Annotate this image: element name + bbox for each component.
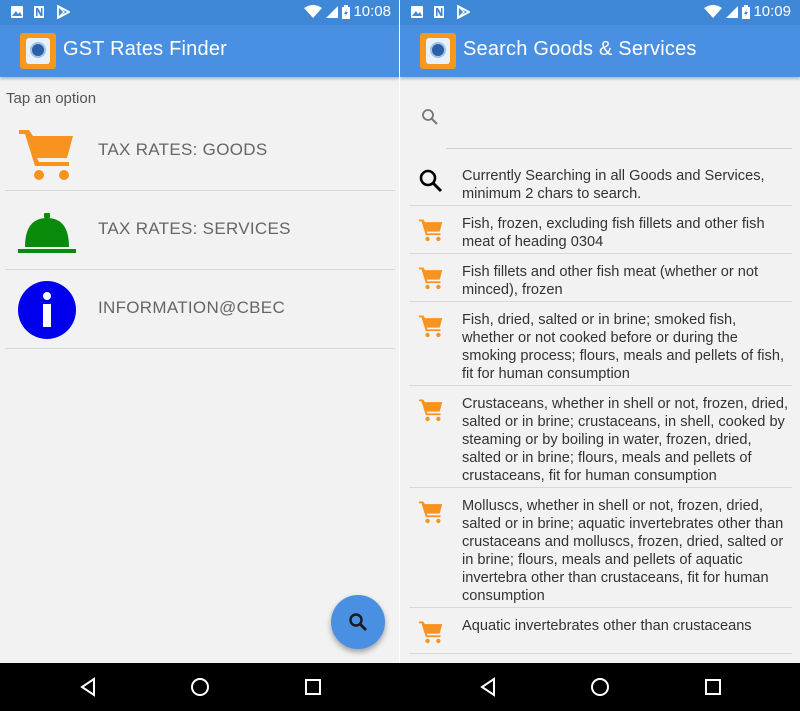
app-bar: GST Rates Finder [0,25,400,77]
wifi-icon [704,5,722,18]
signal-icon [726,6,738,18]
search-input[interactable] [446,103,786,133]
menu-item-goods[interactable]: TAX RATES: GOODS [5,112,395,191]
image-notification-icon [411,6,423,18]
list-item[interactable]: Molluscs, whether in shell or not, froze… [409,488,792,608]
info-icon [18,281,76,339]
menu-label-services: TAX RATES: SERVICES [98,219,291,238]
result-text: Fish, frozen, excluding fish fillets and… [462,216,765,250]
app-logo [20,33,56,69]
image-notification-icon [11,6,23,18]
list-item[interactable]: Crustaceans, whether in shell or not, fr… [409,386,792,488]
cart-icon [19,130,73,180]
wifi-icon [304,5,322,18]
screenshot-pair: 10:08 GST Rates Finder Tap an option TAX… [0,0,800,663]
cart-icon [418,399,443,422]
battery-icon [342,5,350,19]
play-store-icon [57,5,70,19]
home-icon[interactable] [590,677,610,697]
list-item[interactable]: Fish fillets and other fish meat (whethe… [409,254,792,302]
search-icon [419,169,443,193]
list-item[interactable]: Fish, dried, salted or in brine; smoked … [409,302,792,386]
search-screen: 10:09 Search Goods & Services Currently … [400,0,800,663]
status-bar: 10:08 [0,0,400,25]
cart-icon [418,267,443,290]
recents-icon[interactable] [703,677,723,697]
menu-label-information: INFORMATION@CBEC [98,298,286,317]
menu-item-information[interactable]: INFORMATION@CBEC [5,270,395,349]
subheading: Tap an option [6,90,97,107]
app-title: Search Goods & Services [463,38,697,60]
results-list: Currently Searching in all Goods and Ser… [409,158,792,654]
result-text: Molluscs, whether in shell or not, froze… [462,498,784,604]
navigation-bar [0,663,800,711]
app-bar: Search Goods & Services [400,25,800,77]
search-icon [349,613,367,631]
play-store-icon [457,5,470,19]
list-item[interactable]: Aquatic invertebrates other than crustac… [409,608,792,654]
search-bar [400,78,800,150]
app-title: GST Rates Finder [63,38,228,60]
search-icon [422,109,438,125]
result-text: Fish, dried, salted or in brine; smoked … [462,312,785,382]
recents-icon[interactable] [303,677,323,697]
result-text: Currently Searching in all Goods and Ser… [462,168,765,202]
menu-item-services[interactable]: TAX RATES: SERVICES [5,191,395,270]
cart-icon [418,501,443,524]
n-notification-icon [34,6,44,18]
status-bar: 10:09 [400,0,800,25]
list-item[interactable]: Fish, frozen, excluding fish fillets and… [409,206,792,254]
menu-label-goods: TAX RATES: GOODS [98,140,268,159]
app-logo [420,33,456,69]
battery-icon [742,5,750,19]
n-notification-icon [434,6,444,18]
signal-icon [326,6,338,18]
back-icon[interactable] [78,677,98,697]
list-item: Currently Searching in all Goods and Ser… [409,158,792,206]
back-icon[interactable] [478,677,498,697]
status-time: 10:08 [353,3,391,20]
search-underline [446,148,792,149]
cart-icon [418,315,443,338]
service-bell-icon [18,213,76,253]
cart-icon [418,621,443,644]
home-icon[interactable] [190,677,210,697]
cart-icon [418,219,443,242]
status-time: 10:09 [753,3,791,20]
result-text: Crustaceans, whether in shell or not, fr… [462,396,789,484]
result-text: Aquatic invertebrates other than crustac… [462,618,752,634]
search-fab-button[interactable] [331,595,385,649]
main-screen: 10:08 GST Rates Finder Tap an option TAX… [0,0,400,663]
result-text: Fish fillets and other fish meat (whethe… [462,264,759,298]
